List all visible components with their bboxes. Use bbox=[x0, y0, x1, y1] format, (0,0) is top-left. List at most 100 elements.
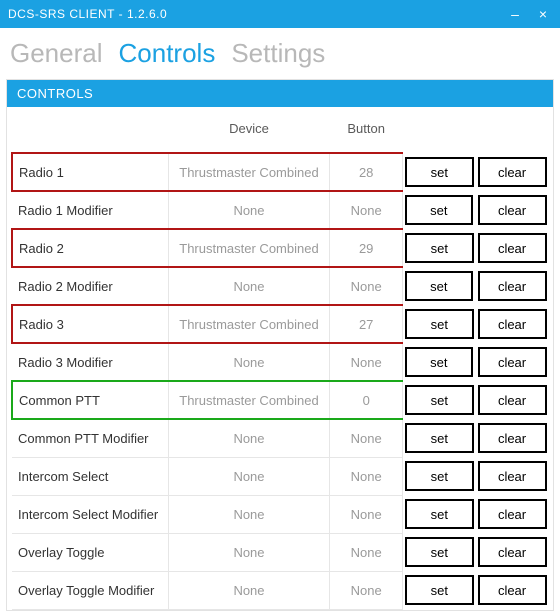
controls-table: Device Button Radio 1Thrustmaster Combin… bbox=[11, 115, 549, 610]
row-set-cell: set bbox=[403, 457, 476, 495]
row-button: None bbox=[330, 191, 403, 229]
row-device: None bbox=[168, 533, 329, 571]
col-name bbox=[12, 115, 168, 153]
row-device: None bbox=[168, 191, 329, 229]
set-button[interactable]: set bbox=[405, 195, 472, 225]
row-clear-cell: clear bbox=[476, 419, 549, 457]
clear-button[interactable]: clear bbox=[478, 385, 547, 415]
row-name: Common PTT Modifier bbox=[12, 419, 168, 457]
row-button: None bbox=[330, 571, 403, 609]
set-button[interactable]: set bbox=[405, 157, 473, 187]
row-set-cell: set bbox=[403, 495, 476, 533]
col-button: Button bbox=[330, 115, 403, 153]
row-name: Intercom Select bbox=[12, 457, 168, 495]
row-device: Thrustmaster Combined bbox=[168, 381, 329, 419]
row-clear-cell: clear bbox=[476, 267, 549, 305]
row-device: Thrustmaster Combined bbox=[168, 229, 329, 267]
row-clear-cell: clear bbox=[476, 305, 549, 343]
set-button[interactable]: set bbox=[405, 423, 473, 453]
row-device: None bbox=[168, 495, 329, 533]
row-device: Thrustmaster Combined bbox=[168, 153, 329, 191]
clear-button[interactable]: clear bbox=[478, 309, 547, 339]
table-row: Radio 1 ModifierNoneNonesetclear bbox=[12, 191, 549, 229]
row-button: None bbox=[330, 419, 403, 457]
row-clear-cell: clear bbox=[476, 381, 549, 419]
col-device: Device bbox=[168, 115, 329, 153]
row-device: None bbox=[168, 419, 329, 457]
set-button[interactable]: set bbox=[405, 347, 472, 377]
row-set-cell: set bbox=[403, 153, 476, 191]
row-name: Radio 2 Modifier bbox=[12, 267, 168, 305]
col-clear bbox=[476, 115, 549, 153]
controls-panel: CONTROLS Device Button Radio 1Thrustmast… bbox=[6, 79, 554, 611]
row-set-cell: set bbox=[403, 343, 476, 381]
set-button[interactable]: set bbox=[405, 499, 473, 529]
set-button[interactable]: set bbox=[405, 575, 473, 605]
row-clear-cell: clear bbox=[476, 495, 549, 533]
table-row: Radio 2 ModifierNoneNonesetclear bbox=[12, 267, 549, 305]
clear-button[interactable]: clear bbox=[478, 233, 547, 263]
row-name: Radio 3 bbox=[12, 305, 168, 343]
clear-button[interactable]: clear bbox=[478, 271, 547, 301]
row-set-cell: set bbox=[403, 419, 476, 457]
table-row: Overlay ToggleNoneNonesetclear bbox=[12, 533, 549, 571]
row-button: 29 bbox=[330, 229, 403, 267]
row-set-cell: set bbox=[403, 229, 476, 267]
close-icon[interactable]: × bbox=[534, 6, 552, 22]
row-button: 28 bbox=[330, 153, 403, 191]
row-name: Overlay Toggle Modifier bbox=[12, 571, 168, 609]
panel-header: CONTROLS bbox=[7, 80, 553, 107]
row-name: Radio 1 Modifier bbox=[12, 191, 168, 229]
clear-button[interactable]: clear bbox=[478, 537, 547, 567]
table-row: Radio 3Thrustmaster Combined27setclear bbox=[12, 305, 549, 343]
table-row: Overlay Toggle ModifierNoneNonesetclear bbox=[12, 571, 549, 609]
row-set-cell: set bbox=[403, 571, 476, 609]
row-button: 27 bbox=[330, 305, 403, 343]
row-clear-cell: clear bbox=[476, 343, 549, 381]
tab-controls[interactable]: Controls bbox=[119, 38, 216, 69]
clear-button[interactable]: clear bbox=[478, 347, 547, 377]
row-device: None bbox=[168, 267, 329, 305]
clear-button[interactable]: clear bbox=[478, 461, 547, 491]
tab-bar: General Controls Settings bbox=[0, 28, 560, 75]
row-name: Radio 1 bbox=[12, 153, 168, 191]
row-name: Common PTT bbox=[12, 381, 168, 419]
window-controls: – × bbox=[506, 6, 552, 22]
clear-button[interactable]: clear bbox=[478, 157, 547, 187]
tab-settings[interactable]: Settings bbox=[231, 38, 325, 69]
clear-button[interactable]: clear bbox=[478, 499, 547, 529]
minimize-icon[interactable]: – bbox=[506, 6, 524, 22]
set-button[interactable]: set bbox=[405, 233, 473, 263]
set-button[interactable]: set bbox=[405, 309, 473, 339]
set-button[interactable]: set bbox=[405, 537, 473, 567]
row-set-cell: set bbox=[403, 533, 476, 571]
clear-button[interactable]: clear bbox=[478, 423, 547, 453]
row-name: Radio 2 bbox=[12, 229, 168, 267]
col-set bbox=[403, 115, 476, 153]
row-button: None bbox=[330, 457, 403, 495]
set-button[interactable]: set bbox=[405, 461, 473, 491]
row-clear-cell: clear bbox=[476, 191, 549, 229]
set-button[interactable]: set bbox=[405, 385, 473, 415]
set-button[interactable]: set bbox=[405, 271, 472, 301]
window-title: DCS-SRS CLIENT - 1.2.6.0 bbox=[8, 7, 167, 21]
clear-button[interactable]: clear bbox=[478, 575, 547, 605]
row-button: 0 bbox=[330, 381, 403, 419]
row-device: None bbox=[168, 343, 329, 381]
row-set-cell: set bbox=[403, 191, 476, 229]
row-name: Overlay Toggle bbox=[12, 533, 168, 571]
table-row: Common PTT ModifierNoneNonesetclear bbox=[12, 419, 549, 457]
row-clear-cell: clear bbox=[476, 153, 549, 191]
row-device: None bbox=[168, 571, 329, 609]
table-row: Common PTTThrustmaster Combined0setclear bbox=[12, 381, 549, 419]
row-button: None bbox=[330, 343, 403, 381]
tab-general[interactable]: General bbox=[10, 38, 103, 69]
table-row: Intercom SelectNoneNonesetclear bbox=[12, 457, 549, 495]
row-button: None bbox=[330, 267, 403, 305]
row-name: Intercom Select Modifier bbox=[12, 495, 168, 533]
row-button: None bbox=[330, 533, 403, 571]
row-button: None bbox=[330, 495, 403, 533]
clear-button[interactable]: clear bbox=[478, 195, 547, 225]
row-set-cell: set bbox=[403, 267, 476, 305]
row-set-cell: set bbox=[403, 305, 476, 343]
